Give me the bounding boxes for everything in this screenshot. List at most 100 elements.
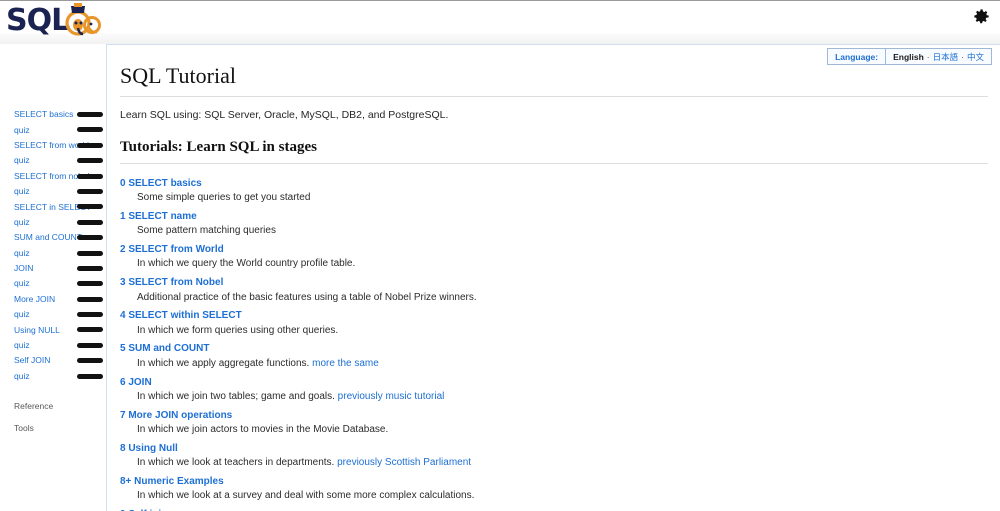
sidebar-progress-bar <box>77 235 103 241</box>
sidebar-item[interactable]: quiz <box>0 276 106 291</box>
tutorial-entry: 6 JOIN In which we join two tables; game … <box>120 372 988 405</box>
tutorial-description-text: Some simple queries to get you started <box>137 192 311 204</box>
tutorial-description: In which we look at teachers in departme… <box>137 456 988 471</box>
sidebar-nav-list: SELECT basics quiz SELECT from world quiz SE… <box>0 107 106 384</box>
sidebar-progress-bar <box>77 173 103 179</box>
sidebar-item[interactable]: quiz <box>0 122 106 137</box>
sidebar-item[interactable]: quiz <box>0 184 106 199</box>
sidebar-item-label[interactable]: quiz <box>14 371 30 382</box>
tutorial-entry: 9 Self joinIn which we join Edinburgh bu… <box>120 504 988 511</box>
sidebar-item[interactable]: SUM and COUNT <box>0 230 106 245</box>
tutorial-title-link[interactable]: 0 SELECT basics <box>120 177 202 191</box>
language-separator-1: · <box>926 51 930 62</box>
language-current-english[interactable]: English <box>893 52 924 62</box>
tutorial-description: Some simple queries to get you started <box>137 191 988 206</box>
sidebar-item-label[interactable]: SUM and COUNT <box>14 232 82 243</box>
sidebar-item-label[interactable]: JOIN <box>14 263 33 274</box>
tutorial-entry: 4 SELECT within SELECT In which we form q… <box>120 305 988 338</box>
top-bar <box>0 0 1000 33</box>
sidebar-progress-bar <box>77 219 103 225</box>
sidebar-item[interactable]: Self JOIN <box>0 353 106 368</box>
settings-gear-button[interactable] <box>968 3 994 29</box>
tutorial-title-link[interactable]: 8 Using Null <box>120 442 178 456</box>
zoo-elephant-icon <box>58 2 104 40</box>
sidebar-progress-bar <box>77 342 103 348</box>
stages-heading: Tutorials: Learn SQL in stages <box>120 139 317 155</box>
tutorial-description: Some pattern matching queries <box>137 224 988 239</box>
sidebar-item[interactable]: quiz <box>0 153 106 168</box>
tutorial-description-text: Some pattern matching queries <box>137 225 276 237</box>
tutorial-title-link[interactable]: 1 SELECT name <box>120 210 197 224</box>
sidebar-item-label[interactable]: quiz <box>14 155 30 166</box>
sidebar-progress-bar <box>77 250 103 256</box>
sidebar-item-label[interactable]: quiz <box>14 248 30 259</box>
sidebar-item[interactable]: quiz <box>0 369 106 384</box>
sidebar-progress-bar <box>77 327 103 333</box>
sidebar-progress-bar <box>77 265 103 271</box>
language-option-chinese[interactable]: 中文 <box>967 51 984 63</box>
sidebar-item[interactable]: JOIN <box>0 261 106 276</box>
tutorial-description-text: In which we apply aggregate functions. <box>137 357 313 369</box>
sidebar-item-label[interactable]: quiz <box>14 217 30 228</box>
tutorial-inline-link[interactable]: more the same <box>312 358 379 369</box>
stages-rule <box>120 163 988 164</box>
sidebar-item[interactable]: Using NULL <box>0 322 106 337</box>
tutorial-title-link[interactable]: 4 SELECT within SELECT <box>120 309 242 323</box>
sidebar-item[interactable]: quiz <box>0 307 106 322</box>
sidebar-item-label[interactable]: Using NULL <box>14 325 60 336</box>
site-logo[interactable]: SQL <box>6 2 102 40</box>
sidebar-secondary-list: Reference Tools <box>0 395 106 439</box>
sidebar: SELECT basics quiz SELECT from world quiz SE… <box>0 44 106 511</box>
tutorial-entry: 0 SELECT basics Some simple queries to ge… <box>120 173 988 206</box>
sidebar-item[interactable]: quiz <box>0 215 106 230</box>
sidebar-item-label[interactable]: SELECT basics <box>14 109 73 120</box>
tutorial-entry: 1 SELECT name Some pattern matching queri… <box>120 206 988 239</box>
sidebar-item[interactable]: More JOIN <box>0 292 106 307</box>
tutorial-entry: 5 SUM and COUNT In which we apply aggrega… <box>120 338 988 371</box>
sidebar-progress-bar <box>77 127 103 133</box>
intro-text: Learn SQL using: SQL Server, Oracle, MyS… <box>120 109 449 121</box>
sidebar-item-label[interactable]: quiz <box>14 309 30 320</box>
content-panel: SQL Tutorial Learn SQL using: SQL Server… <box>106 44 1000 511</box>
sidebar-item-label[interactable]: quiz <box>14 186 30 197</box>
language-separator-2: · <box>961 51 964 62</box>
sidebar-item-label[interactable]: quiz <box>14 125 30 136</box>
language-options: English · 日本語 · 中文 <box>886 49 991 64</box>
sidebar-item-label[interactable]: quiz <box>14 340 30 351</box>
tutorial-title-link[interactable]: 6 JOIN <box>120 376 152 390</box>
tutorial-description-text: In which we join two tables; game and go… <box>137 390 338 402</box>
sidebar-item-label: Tools <box>14 423 34 434</box>
tutorial-title-link[interactable]: 3 SELECT from Nobel <box>120 276 223 290</box>
tutorial-entry: 7 More JOIN operations In which we join a… <box>120 405 988 438</box>
tutorial-title-link[interactable]: 7 More JOIN operations <box>120 409 232 423</box>
tutorial-inline-link[interactable]: previously music tutorial <box>338 391 445 402</box>
sidebar-item-label[interactable]: More JOIN <box>14 294 55 305</box>
sidebar-item[interactable]: SELECT from nobel <box>0 169 106 184</box>
tutorial-title-link[interactable]: 2 SELECT from World <box>120 243 224 257</box>
sidebar-progress-bar <box>77 112 103 117</box>
tutorial-description: Additional practice of the basic feature… <box>137 291 988 306</box>
sidebar-progress-bar <box>77 312 103 318</box>
sidebar-progress-bar <box>77 204 103 210</box>
tutorial-title-link[interactable]: 5 SUM and COUNT <box>120 342 209 356</box>
tutorial-title-link[interactable]: 8+ Numeric Examples <box>120 475 224 489</box>
sidebar-item[interactable]: SELECT basics <box>0 107 106 122</box>
sidebar-item-tools[interactable]: Tools <box>0 417 106 439</box>
sidebar-item[interactable]: quiz <box>0 338 106 353</box>
language-option-japanese[interactable]: 日本語 <box>933 51 959 63</box>
tutorial-entry: 8+ Numeric Examples In which we look at a… <box>120 471 988 504</box>
tutorial-description-text: In which we form queries using other que… <box>137 324 339 336</box>
tutorial-description-text: Additional practice of the basic feature… <box>137 291 477 303</box>
sidebar-item-reference[interactable]: Reference <box>0 395 106 417</box>
page-title: SQL Tutorial <box>120 63 236 88</box>
sidebar-item-label[interactable]: quiz <box>14 278 30 289</box>
sidebar-item[interactable]: quiz <box>0 246 106 261</box>
language-selector[interactable]: Language: English · 日本語 · 中文 <box>827 48 992 65</box>
sidebar-item[interactable]: SELECT in SELECT <box>0 199 106 214</box>
sidebar-item-label[interactable]: Self JOIN <box>14 355 50 366</box>
tutorial-inline-link[interactable]: previously Scottish Parliament <box>337 457 471 468</box>
tutorial-description-text: In which we look at teachers in departme… <box>137 457 338 469</box>
sidebar-item[interactable]: SELECT from world <box>0 138 106 153</box>
tutorial-description-text: In which we join actors to movies in the… <box>137 423 389 435</box>
tutorial-description: In which we look at a survey and deal wi… <box>137 489 988 504</box>
